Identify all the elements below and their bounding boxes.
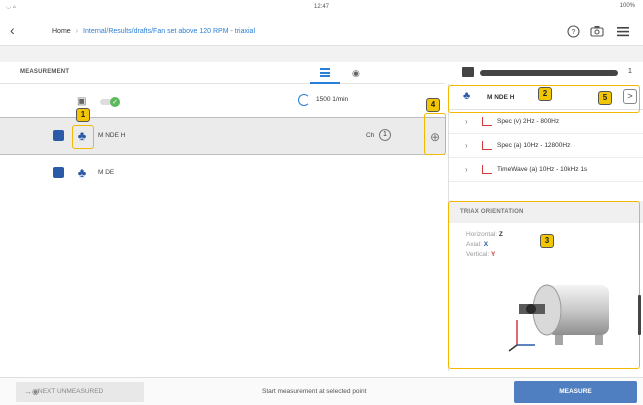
timewave-icon (482, 165, 492, 174)
toolbar-strip (0, 46, 643, 62)
channel-number: 1 (379, 129, 391, 141)
callout-frame-3 (448, 201, 640, 369)
menu-icon[interactable] (616, 24, 630, 38)
breadcrumb-home[interactable]: Home (52, 28, 71, 35)
callout-frame-4 (424, 113, 446, 155)
point-row-m-de[interactable]: ♣ M DE (0, 155, 445, 193)
next-unmeasured-button[interactable]: →◉ NEXT UNMEASURED (16, 382, 144, 402)
callout-frame-1 (72, 125, 94, 149)
callout-badge-5: 5 (598, 91, 612, 105)
machine-icon[interactable]: ♣ (73, 164, 91, 182)
battery-level: 100% (619, 3, 635, 9)
speed-row: ▣ ✓ 1500 1/min (0, 84, 445, 114)
progress-count: 1 (628, 68, 632, 75)
spectrum-icon (482, 141, 492, 150)
channel-label: Ch (366, 132, 375, 139)
check-icon: ✓ (110, 97, 120, 107)
eye-icon[interactable]: ◉ (352, 68, 360, 79)
next-unmeasured-label: NEXT UNMEASURED (38, 388, 104, 395)
point-name: M NDE H (98, 132, 126, 139)
measurement-title: MEASUREMENT (20, 69, 70, 75)
measurement-item[interactable]: › Spec (v) 2Hz - 800Hz (449, 110, 643, 134)
svg-text:?: ? (571, 29, 575, 36)
breadcrumb-separator-icon: › (75, 28, 79, 35)
point-name: M DE (98, 169, 115, 176)
rpm-value[interactable]: 1500 1/min (316, 96, 348, 103)
measurement-label: Spec (v) 2Hz - 800Hz (497, 118, 560, 125)
sensor-status-icon[interactable]: ▣ (77, 96, 86, 107)
measurement-label: Spec (a) 10Hz - 12800Hz (497, 142, 571, 149)
list-view-icon[interactable] (320, 68, 330, 78)
chevron-right-icon: › (465, 165, 468, 174)
spectrum-icon (482, 117, 492, 126)
measure-button[interactable]: MEASURE (514, 381, 637, 403)
point-row-m-nde-h[interactable]: ♣ M NDE H Ch 1 ⊕ (0, 117, 445, 155)
clock: 12:47 (313, 4, 329, 10)
chevron-right-icon: › (465, 117, 468, 126)
rpm-icon (298, 94, 310, 106)
measurement-item[interactable]: › TimeWave (a) 10Hz - 10kHz 1s (449, 158, 643, 182)
nav-bar: ‹ Home › Internal/Results/drafts/Fan set a… (0, 16, 643, 46)
measurement-hint: Start measurement at selected point (262, 388, 367, 395)
next-arrow-icon: →◉ (24, 387, 39, 396)
measurement-label: TimeWave (a) 10Hz - 10kHz 1s (497, 166, 588, 173)
callout-badge-1: 1 (76, 108, 90, 122)
camera-icon[interactable] (590, 24, 604, 38)
callout-badge-4: 4 (426, 98, 440, 112)
measurement-header: MEASUREMENT ◉ (0, 62, 445, 84)
panel-scrollbar[interactable] (638, 295, 641, 335)
help-icon[interactable]: ? (566, 24, 580, 38)
measurement-progress: 1 (448, 62, 643, 84)
callout-badge-2: 2 (538, 87, 552, 101)
chevron-right-icon: › (465, 141, 468, 150)
breadcrumb: Home › Internal/Results/drafts/Fan set abo… (52, 28, 255, 35)
progress-bar (480, 70, 618, 76)
measurement-item[interactable]: › Spec (a) 10Hz - 12800Hz (449, 134, 643, 158)
breadcrumb-path[interactable]: Internal/Results/drafts/Fan set above 12… (83, 28, 255, 35)
device-icon (462, 67, 474, 77)
bottom-action-bar: →◉ NEXT UNMEASURED Start measurement at … (0, 377, 643, 405)
callout-badge-3: 3 (540, 234, 554, 248)
status-bar: ◡ ▵ 12:47 100% (0, 0, 643, 16)
book-icon[interactable] (53, 167, 64, 178)
book-icon[interactable] (53, 130, 64, 141)
back-button[interactable]: ‹ (10, 22, 15, 38)
